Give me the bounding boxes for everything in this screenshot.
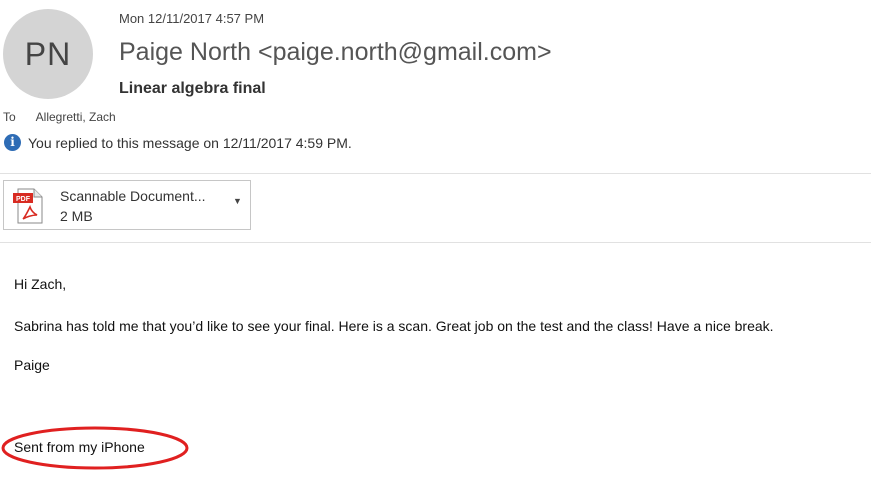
reply-notice: i You replied to this message on 12/11/2… <box>4 134 352 151</box>
pdf-file-icon: PDF <box>13 188 43 224</box>
annotation-circle <box>1 426 189 470</box>
attachment-divider <box>0 242 871 243</box>
reply-notice-text: You replied to this message on 12/11/201… <box>28 134 352 151</box>
to-label: To <box>3 110 16 124</box>
avatar-initials: PN <box>24 35 72 72</box>
email-reading-pane: PN Mon 12/11/2017 4:57 PM Paige North <p… <box>0 0 871 483</box>
message-date: Mon 12/11/2017 4:57 PM <box>119 11 265 26</box>
attachment-name: Scannable Document... <box>60 188 206 204</box>
body-signature: Paige <box>14 357 50 373</box>
attachment-size: 2 MB <box>60 208 93 224</box>
body-greeting: Hi Zach, <box>14 276 67 292</box>
info-icon: i <box>4 134 21 151</box>
header-divider <box>0 173 871 174</box>
body-paragraph: Sabrina has told me that you’d like to s… <box>14 318 774 334</box>
sender-name[interactable]: Paige North <paige.north@gmail.com> <box>119 38 552 67</box>
attachment-card[interactable]: PDF Scannable Document... 2 MB ▼ <box>3 180 251 230</box>
message-subject: Linear algebra final <box>119 80 266 97</box>
recipient-row: To Allegretti, Zach <box>3 110 116 124</box>
chevron-down-icon[interactable]: ▼ <box>233 196 242 206</box>
recipient-name[interactable]: Allegretti, Zach <box>36 110 116 124</box>
pdf-badge-text: PDF <box>16 196 31 203</box>
avatar: PN <box>3 9 93 99</box>
